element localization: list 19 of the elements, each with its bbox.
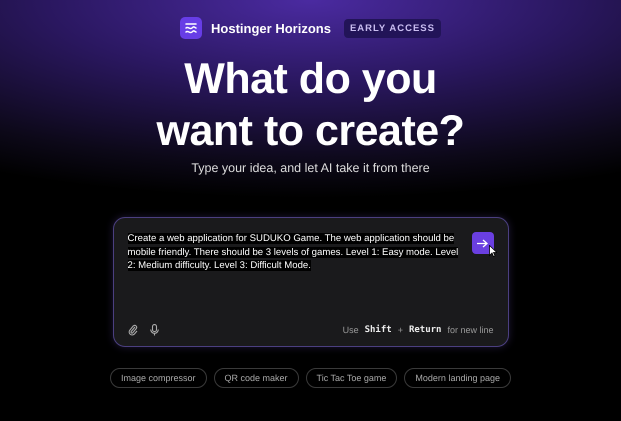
arrow-icon (477, 238, 488, 248)
key-label: Return (408, 325, 442, 335)
suggestion-chip[interactable]: Modern landing page (404, 368, 511, 388)
send-button[interactable] (472, 232, 494, 254)
microphone-icon[interactable] (150, 324, 158, 336)
hero-subtitle: Type your idea, and let AI take it from there (191, 161, 430, 175)
hero-title: What do you want to create? (156, 54, 464, 157)
suggestion-chip[interactable]: Image compressor (110, 368, 207, 388)
cursor-icon (488, 245, 496, 257)
plus-sign: + (398, 325, 403, 335)
logo-icon (180, 17, 202, 39)
suggestion-chip[interactable]: Tic Tac Toe game (306, 368, 398, 388)
attach-icon[interactable] (128, 324, 138, 336)
suggestion-chip[interactable]: QR code maker (214, 368, 299, 388)
brand-name: Hostinger Horizons (211, 20, 331, 36)
hint-text: Use (342, 325, 359, 335)
hint-text: for new line (447, 325, 494, 335)
early-access-badge: EARLY ACCESS (344, 18, 441, 38)
key-label: Shift (364, 325, 392, 335)
